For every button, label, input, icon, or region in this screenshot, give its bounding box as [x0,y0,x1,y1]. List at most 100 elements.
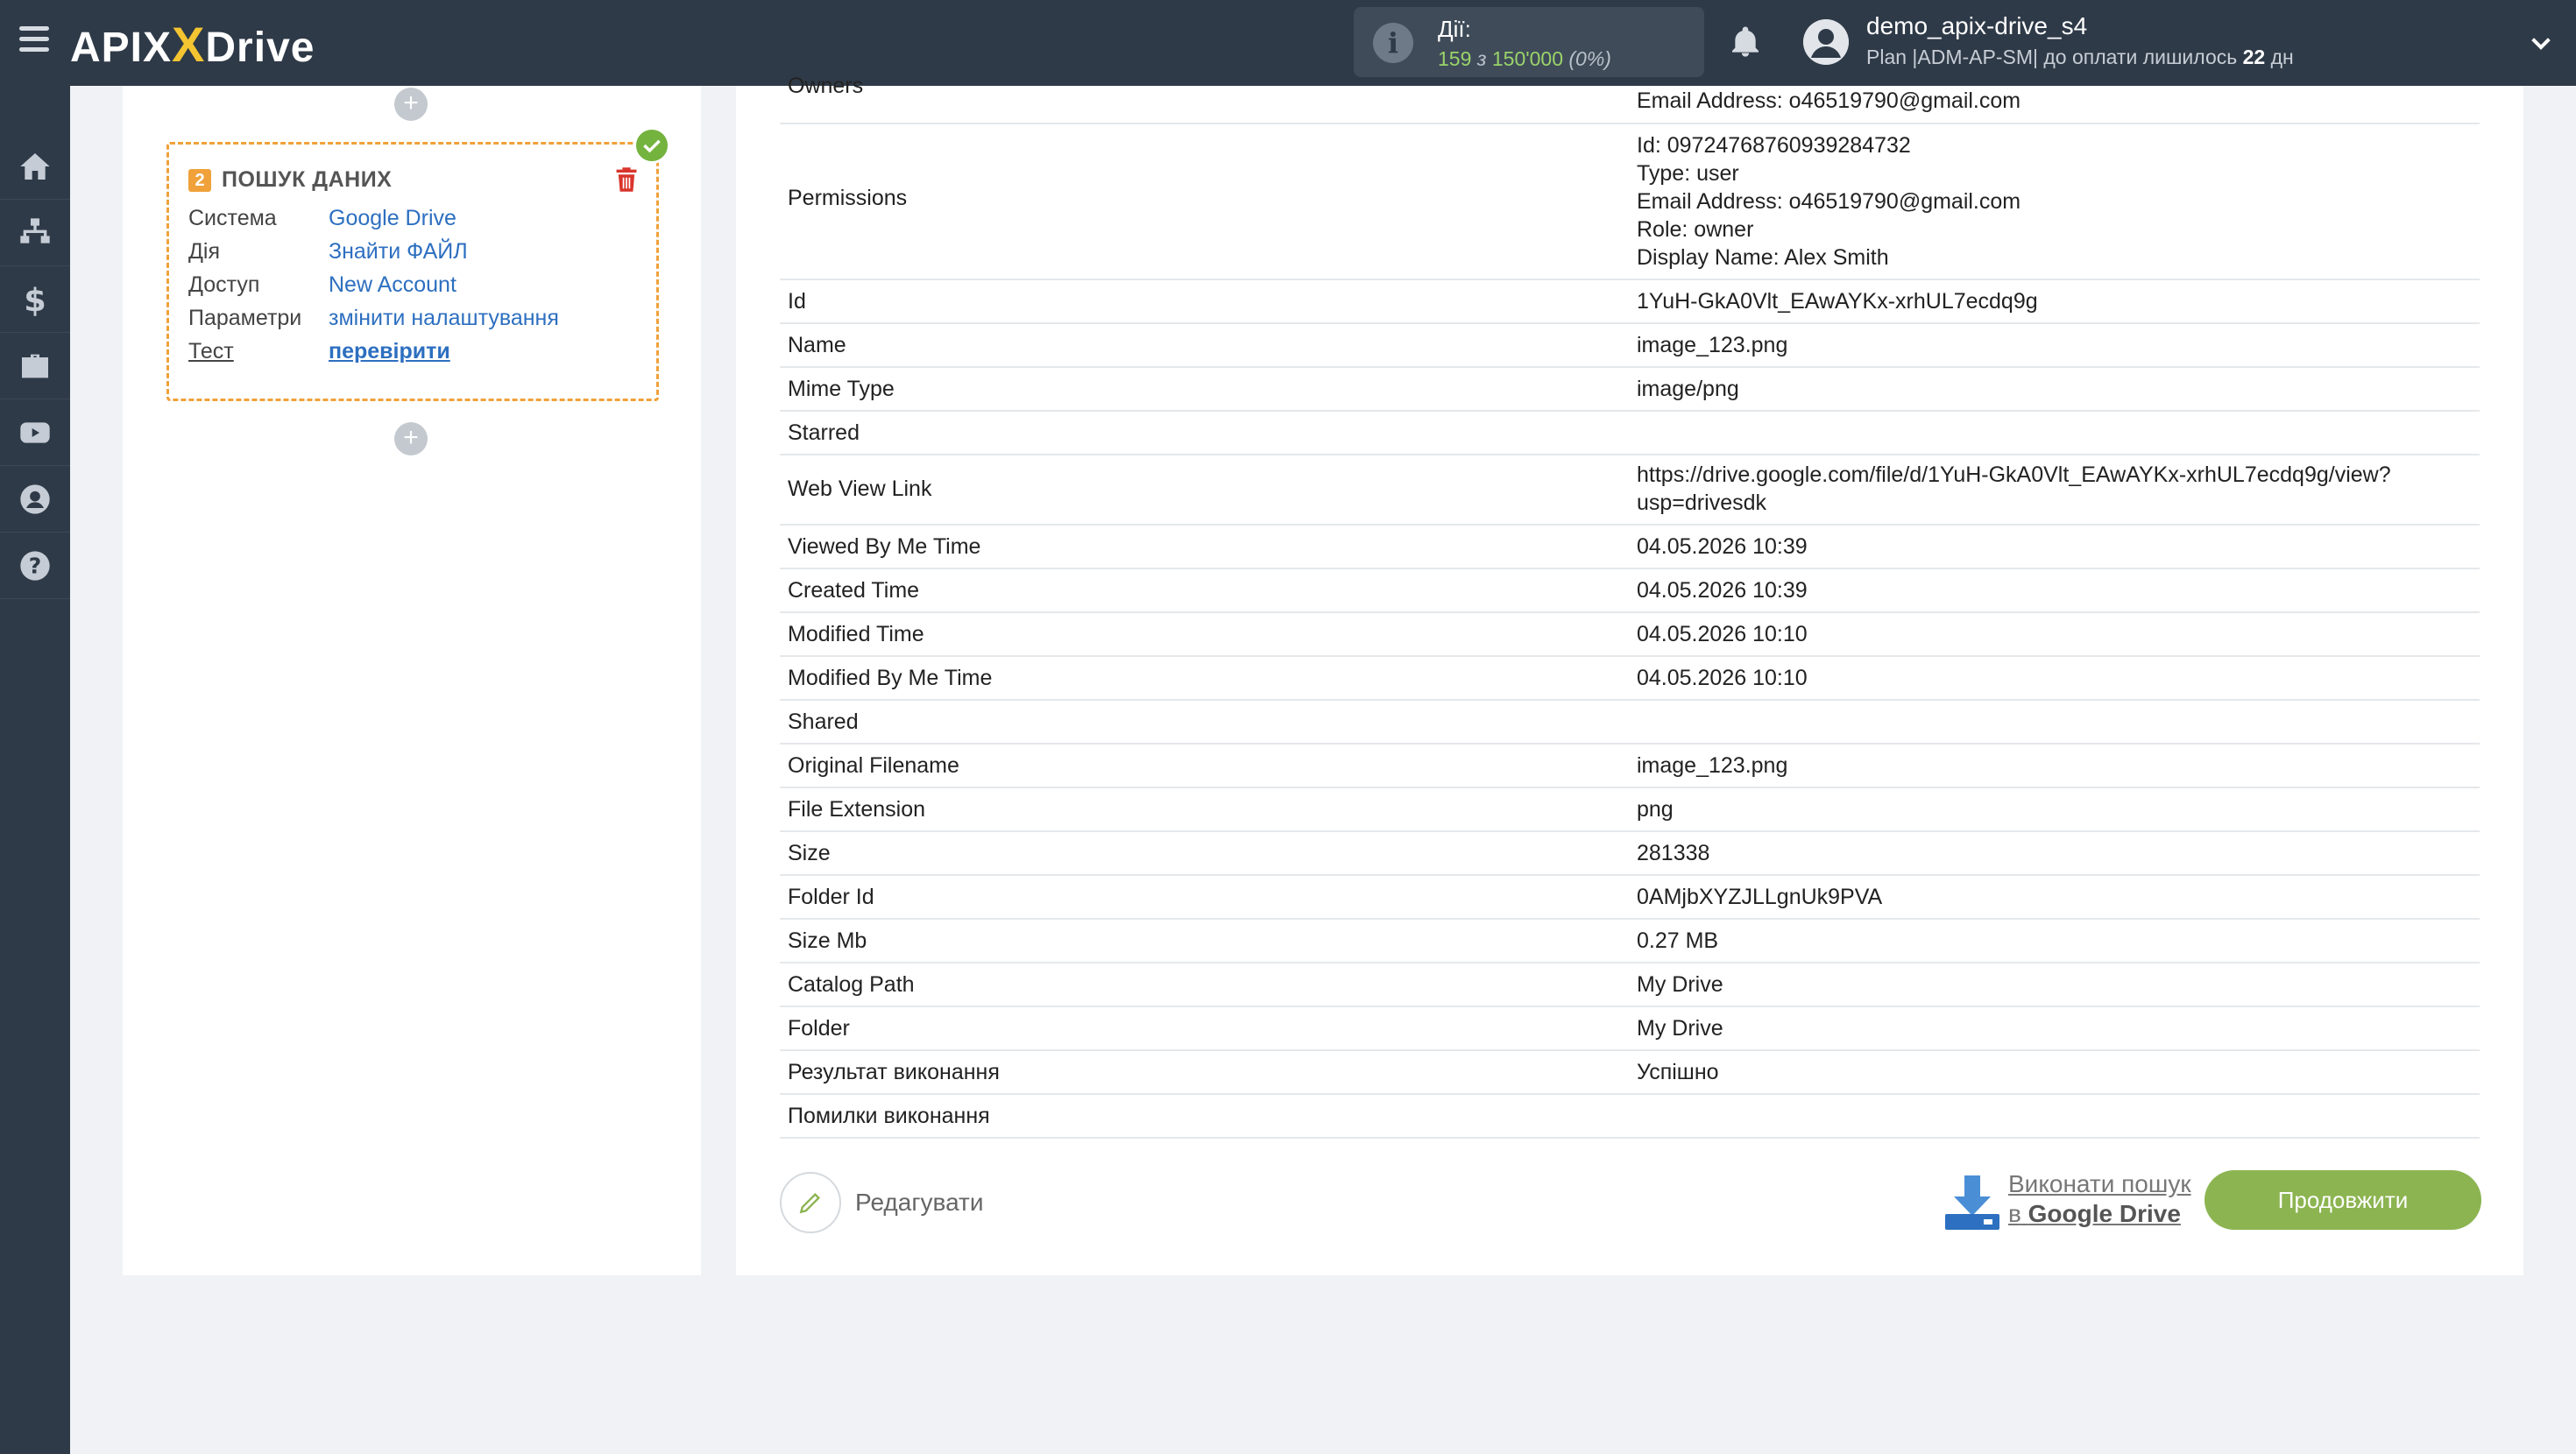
row-key: Mime Type [788,377,895,401]
data-search-block[interactable]: 2 ПОШУК ДАНИХ Система Google Drive Дія З… [166,127,670,401]
sidebar-item-help[interactable]: ? [0,533,70,599]
table-row: Owners Email Address: o46519790@gmail.co… [780,74,2480,124]
row-value: image_123.png [1637,333,1788,357]
plan-info: Plan |ADM-AP-SM| до оплати лишилось 22 д… [1866,46,2294,69]
username[interactable]: demo_apix-drive_s4 [1866,12,2087,40]
actions-label: Дії: [1438,16,1471,42]
add-step-below-button[interactable]: + [394,422,428,455]
row-key: File Extension [788,797,926,822]
sidebar-item-billing[interactable]: $ [0,266,70,333]
dollar-icon: $ [24,282,46,317]
table-row: Folder Id 0AMjbXYZJLLgnUk9PVA [780,876,2480,920]
row-key: Catalog Path [788,972,915,997]
check-icon [633,127,670,164]
row-value: 04.05.2026 10:39 [1637,534,1808,559]
search-label-service: Google Drive [2028,1200,2181,1227]
row-value: Email Address: o46519790@gmail.com [1637,88,2021,113]
row-key: Folder [788,1016,850,1041]
table-row: Folder My Drive [780,1007,2480,1051]
youtube-icon [20,421,50,443]
download-icon [1945,1175,1999,1230]
logo-left: APIX [70,25,173,71]
prop-row-params: Параметри змінити налаштування [188,306,644,339]
prop-key: Дія [188,239,221,264]
svg-text:?: ? [29,553,42,578]
info-icon: i [1373,23,1413,63]
prop-value-test[interactable]: перевірити [329,339,450,364]
help-icon: ? [20,550,50,581]
prop-value-action[interactable]: Знайти ФАЙЛ [329,239,468,265]
row-key: Результат виконання [788,1060,1000,1084]
table-row: Created Time 04.05.2026 10:39 [780,569,2480,613]
home-icon [20,152,50,180]
sidebar-item-home[interactable] [0,133,70,200]
row-value: 281338 [1637,841,1710,865]
table-row: Size Mb 0.27 MB [780,920,2480,963]
top-bar: APIXXDrive i Дії: 159 з 150'000 (0%) dem… [0,0,2576,86]
prop-value-system[interactable]: Google Drive [329,206,456,231]
table-row: Catalog Path My Drive [780,963,2480,1007]
prop-key: Параметри [188,306,302,330]
row-key: Folder Id [788,885,874,909]
row-value: 0.27 MB [1637,928,1719,953]
row-key: Starred [788,420,860,445]
row-value: png [1637,797,1674,822]
plan-text: Plan |ADM-AP-SM| до оплати лишилось [1866,46,2238,68]
row-value-multiline: https://drive.google.com/file/d/1YuH-GkA… [1637,461,2391,517]
bell-icon[interactable] [1728,23,1763,61]
prop-value-access[interactable]: New Account [329,272,456,298]
sidebar-item-video[interactable] [0,399,70,466]
table-row: Size 281338 [780,832,2480,876]
prop-value-params[interactable]: змінити налаштування [329,306,559,331]
row-key: Web View Link [788,476,932,501]
chevron-down-icon[interactable] [2527,30,2555,58]
sidebar-item-services[interactable] [0,333,70,399]
edit-label: Редагувати [855,1189,984,1216]
menu-icon[interactable] [19,26,49,56]
plan-days: 22 [2242,46,2266,68]
table-row: Original Filename image_123.png [780,745,2480,788]
pencil-icon [780,1172,841,1233]
trash-icon[interactable] [614,166,639,194]
table-row: Mime Type image/png [780,368,2480,412]
table-row: Starred [780,412,2480,455]
results-panel: Owners Email Address: o46519790@gmail.co… [736,74,2523,1275]
row-key: Modified Time [788,622,924,646]
search-label-line1: Виконати пошук [2008,1170,2191,1197]
row-value: 04.05.2026 10:39 [1637,578,1808,603]
add-step-above-button[interactable]: + [394,88,428,121]
actions-used: 159 [1438,47,1472,70]
avatar[interactable] [1803,19,1849,65]
row-key: Name [788,333,846,357]
prop-row-action: Дія Знайти ФАЙЛ [188,239,644,272]
row-value: My Drive [1637,1016,1723,1041]
sidebar-item-connections[interactable] [0,200,70,266]
row-key: Permissions [788,186,908,210]
table-row: File Extension png [780,788,2480,832]
briefcase-icon [22,354,48,378]
table-row: Viewed By Me Time 04.05.2026 10:39 [780,526,2480,569]
row-value: image/png [1637,377,1739,401]
row-value: 1YuH-GkA0Vlt_EAwAYKx-xrhUL7ecdq9g [1637,289,2038,314]
run-search-button[interactable]: Виконати пошук в Google Drive [1943,1167,2224,1237]
sidebar-item-profile[interactable] [0,466,70,533]
logo-right: Drive [205,25,315,71]
row-key: Size Mb [788,928,867,953]
row-key: Modified By Me Time [788,666,993,690]
table-row: Результат виконання Успішно [780,1051,2480,1095]
user-icon [20,483,50,514]
row-key: Original Filename [788,753,959,778]
sitemap-icon [20,217,50,244]
prop-row-system: Система Google Drive [188,206,644,239]
logo[interactable]: APIXXDrive [70,16,315,72]
prop-key: Доступ [188,272,260,297]
row-value: image_123.png [1637,753,1788,778]
continue-button[interactable]: Продовжити [2204,1170,2481,1230]
row-value: 0AMjbXYZJLLgnUk9PVA [1637,885,1883,909]
table-row: Modified By Me Time 04.05.2026 10:10 [780,657,2480,701]
table-row: Modified Time 04.05.2026 10:10 [780,613,2480,657]
prop-row-test: Тест перевірити [188,339,644,372]
row-key: Created Time [788,578,920,603]
row-value: Успішно [1637,1060,1719,1084]
edit-button[interactable]: Редагувати [780,1172,984,1233]
